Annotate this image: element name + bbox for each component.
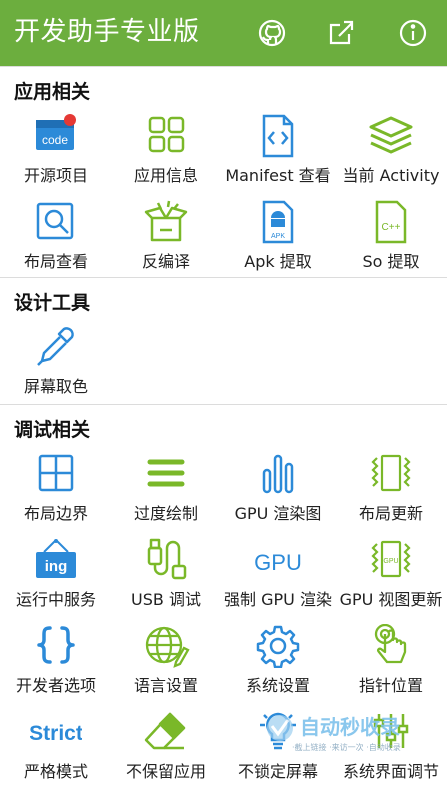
- github-button[interactable]: [255, 16, 289, 50]
- section-title: 调试相关: [14, 419, 91, 441]
- grid-icon: [148, 116, 185, 153]
- tile-label: 开源项目: [23, 166, 88, 185]
- tile-label: 布局查看: [23, 252, 88, 271]
- strict-icon-text: Strict: [30, 722, 82, 745]
- info-icon: [399, 19, 427, 47]
- watermark-main: 自动秒收录: [300, 715, 400, 739]
- tile-label: Manifest 查看: [225, 166, 331, 185]
- gear-icon: [256, 625, 300, 668]
- pointer-hand-icon: [374, 624, 407, 664]
- tile-so-extract[interactable]: C++ So 提取: [335, 196, 447, 282]
- tile-open-source[interactable]: code 开源项目: [0, 110, 112, 196]
- section-design: 设计工具: [0, 277, 447, 322]
- ing-icon-text: ing: [45, 558, 68, 575]
- box-icon: [144, 200, 188, 242]
- tile-force-gpu[interactable]: GPU 强制 GPU 渲染: [222, 534, 334, 620]
- tile-developer-options[interactable]: 开发者选项: [0, 620, 112, 706]
- tile-label: GPU 视图更新: [339, 590, 443, 609]
- share-icon: [329, 20, 354, 45]
- tile-strict-mode[interactable]: Strict 严格模式: [0, 706, 112, 792]
- apk-icon-text: APK: [271, 233, 285, 240]
- tile-label: 严格模式: [23, 762, 88, 781]
- tile-label: Apk 提取: [244, 252, 312, 271]
- tile-usb-debug[interactable]: USB 调试: [110, 534, 222, 620]
- section-app: 应用相关: [0, 66, 447, 111]
- overdraw-icon: [147, 459, 185, 487]
- section-title: 设计工具: [14, 292, 91, 314]
- gpu-icon-text: GPU: [254, 550, 302, 575]
- tile-decompile[interactable]: 反编译: [110, 196, 222, 282]
- tile-label: 不锁定屏幕: [237, 762, 318, 781]
- tile-label: 系统界面调节: [342, 762, 439, 781]
- tile-label: 系统设置: [245, 676, 310, 695]
- tile-manifest[interactable]: Manifest 查看: [222, 110, 334, 196]
- cpp-file-icon: C++: [375, 200, 407, 244]
- new-badge: [64, 114, 76, 126]
- layers-icon: [369, 116, 413, 154]
- tile-gpu-view-update[interactable]: GPU GPU 视图更新: [335, 534, 447, 620]
- eraser-icon: [144, 712, 186, 750]
- tile-label: GPU 渲染图: [234, 504, 322, 523]
- layout-update-icon: [371, 454, 411, 492]
- tile-label: 屏幕取色: [23, 377, 88, 396]
- globe-icon: [145, 626, 190, 668]
- code-icon: code: [36, 114, 76, 150]
- watermark-sub: ·截上链接 ·来访一次 ·自动收录: [292, 742, 401, 752]
- tile-label: 开发者选项: [15, 676, 96, 695]
- tile-apk-extract[interactable]: APK Apk 提取: [222, 196, 334, 282]
- share-button[interactable]: [325, 16, 359, 50]
- tile-label: 过度绘制: [133, 504, 198, 523]
- tile-label: 当前 Activity: [342, 166, 440, 185]
- code-icon-text: code: [42, 133, 68, 147]
- tile-label: So 提取: [362, 252, 420, 271]
- tile-current-activity[interactable]: 当前 Activity: [335, 110, 447, 196]
- tile-gpu-profile[interactable]: GPU 渲染图: [222, 448, 334, 534]
- tile-language[interactable]: 语言设置: [110, 620, 222, 706]
- tile-dont-keep-activities[interactable]: 不保留应用: [110, 706, 222, 792]
- watermark: 自动秒收录 ·截上链接 ·来访一次 ·自动收录: [262, 708, 430, 756]
- section-title: 应用相关: [14, 81, 91, 103]
- tile-label: USB 调试: [131, 590, 201, 609]
- tile-system-settings[interactable]: 系统设置: [222, 620, 334, 706]
- tile-label: 布局边界: [23, 504, 88, 523]
- app-bar: 开发助手专业版: [0, 0, 447, 66]
- gpu-text-icon: GPU: [254, 550, 302, 575]
- tile-layout-view[interactable]: 布局查看: [0, 196, 112, 282]
- usb-icon: [147, 538, 187, 580]
- github-icon: [258, 19, 286, 47]
- apk-icon: APK: [262, 200, 294, 244]
- tile-label: 应用信息: [133, 166, 198, 185]
- info-button[interactable]: [396, 16, 430, 50]
- tile-color-picker[interactable]: 屏幕取色: [0, 321, 112, 407]
- tile-pointer-location[interactable]: 指针位置: [335, 620, 447, 706]
- tile-layout-bounds[interactable]: 布局边界: [0, 448, 112, 534]
- tile-overdraw[interactable]: 过度绘制: [110, 448, 222, 534]
- watermark-logo: 自动秒收录 ·截上链接 ·来访一次 ·自动收录: [267, 715, 401, 752]
- file-code-icon: [262, 114, 294, 158]
- gpu-view-icon: GPU: [371, 540, 411, 578]
- gpu-view-icon-text: GPU: [383, 558, 398, 565]
- tile-label: 指针位置: [358, 676, 423, 695]
- layout-bounds-icon: [38, 454, 74, 492]
- gpu-bars-icon: [262, 454, 294, 494]
- tile-app-info[interactable]: 应用信息: [110, 110, 222, 196]
- cpp-icon-text: C++: [382, 222, 401, 233]
- tile-layout-update[interactable]: 布局更新: [335, 448, 447, 534]
- tile-label: 不保留应用: [125, 762, 206, 781]
- strict-icon: Strict: [30, 722, 82, 745]
- section-debug: 调试相关: [0, 404, 447, 449]
- layout-inspect-icon: [36, 202, 74, 240]
- tile-label: 强制 GPU 渲染: [224, 590, 332, 609]
- tile-label: 布局更新: [358, 504, 423, 523]
- app-title: 开发助手专业版: [14, 17, 200, 47]
- service-sign-icon: ing: [36, 539, 76, 578]
- braces-icon: [37, 626, 75, 664]
- tile-label: 反编译: [141, 252, 190, 271]
- tile-running-services[interactable]: ing 运行中服务: [0, 534, 112, 620]
- tile-label: 运行中服务: [15, 590, 96, 609]
- tile-label: 语言设置: [133, 676, 198, 695]
- eyedropper-icon: [37, 327, 74, 366]
